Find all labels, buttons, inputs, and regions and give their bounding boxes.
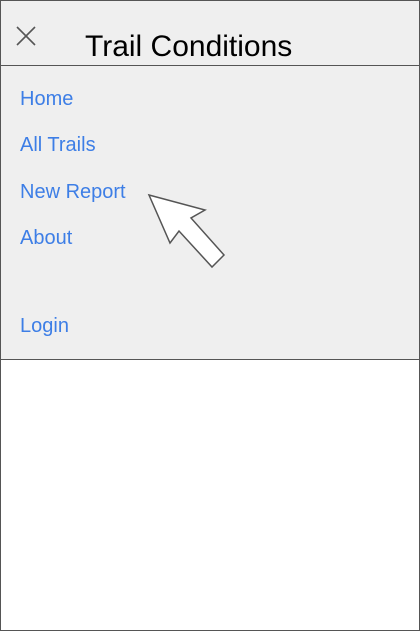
close-button[interactable] xyxy=(15,25,39,49)
nav-item-all-trails[interactable]: All Trails xyxy=(20,133,96,157)
nav-item-new-report[interactable]: New Report xyxy=(20,180,126,204)
nav-item-home[interactable]: Home xyxy=(20,87,73,111)
drawer-header: Trail Conditions xyxy=(1,1,419,66)
page-title: Trail Conditions xyxy=(85,30,293,63)
app-frame: Trail Conditions Home All Trails New Rep… xyxy=(0,0,420,631)
close-icon xyxy=(16,26,36,46)
nav-item-about[interactable]: About xyxy=(20,226,72,250)
nav-drawer: Trail Conditions Home All Trails New Rep… xyxy=(1,1,419,360)
nav-item-login[interactable]: Login xyxy=(20,314,69,338)
